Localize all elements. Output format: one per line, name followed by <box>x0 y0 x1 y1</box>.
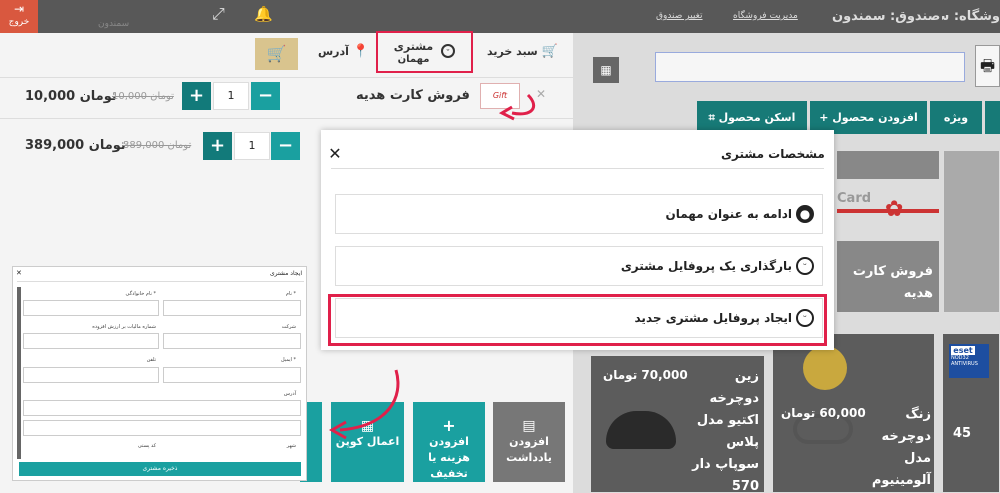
highlight-box <box>328 294 827 346</box>
continue-as-guest-option[interactable]: ● ادامه به عنوان مهمان <box>335 194 823 234</box>
bell-icon[interactable]: 🔔 <box>254 5 273 23</box>
qty-increase-button[interactable]: + <box>203 132 232 160</box>
email-field[interactable] <box>163 367 301 383</box>
qty-decrease-button[interactable]: − <box>271 132 300 160</box>
annotation-arrow <box>328 369 400 440</box>
scan-icon: ⌗ <box>708 111 719 124</box>
cart-item-price: 389,000 تومان <box>25 138 126 153</box>
exit-button[interactable]: ⇥ خروج <box>0 0 38 33</box>
address-label: آدرس <box>318 45 349 58</box>
annotation-arrow <box>498 93 535 121</box>
address-line2-field[interactable] <box>23 420 301 436</box>
last-name-field[interactable] <box>23 300 159 316</box>
plus-icon: + <box>819 111 833 124</box>
product-title: زین دوچرخه اکتیو مدل پلاس سوپاپ دار 570 <box>692 369 759 493</box>
bell-product-image <box>803 346 847 390</box>
barcode-icon: 🖶 <box>979 56 996 75</box>
form-title: ایجاد مشتری <box>269 270 302 277</box>
address-button[interactable]: آدرس 📍 <box>318 38 369 78</box>
product-card[interactable]: زنگ دوچرخه مدل آلومینیوم 60,000 تومان <box>772 333 935 493</box>
user-icon: ● <box>796 205 814 223</box>
cart-plus-icon: 🛒 <box>266 44 287 63</box>
store-name: وشگاه: سمندون <box>942 9 1000 24</box>
first-name-field[interactable] <box>163 300 301 316</box>
faded-text: سمندون <box>98 19 130 29</box>
cart-item-price: 10,000 تومان <box>25 89 117 104</box>
plus-icon: + <box>442 416 456 435</box>
exit-icon: ⇥ <box>13 2 25 16</box>
product-card[interactable]: زین دوچرخه اکتیو مدل پلاس سوپاپ دار 570 … <box>590 355 765 493</box>
product-price: 70,000 تومان <box>603 368 688 382</box>
divider <box>0 77 573 78</box>
qty-input[interactable]: 1 <box>234 132 270 160</box>
cart-icon: 🛒 <box>541 44 558 59</box>
cart-item-name: فروش کارت هدیه <box>356 88 470 103</box>
antivirus-box-image: eset NOD32 ANTIVIRUS <box>949 344 989 378</box>
tab-special[interactable]: ویژه <box>930 101 982 134</box>
register-name: صندوق: سمندون <box>832 9 941 24</box>
product-card[interactable]: ✿ Card فروش کارت هدیه <box>836 150 940 313</box>
qty-increase-button[interactable]: + <box>182 82 211 110</box>
note-icon: ▤ <box>522 418 536 434</box>
barcode-button[interactable]: 🖶 <box>975 45 1000 87</box>
gift-card-image: ✿ Card <box>837 179 939 241</box>
save-customer-button[interactable]: ذخیره مشتری <box>19 462 301 476</box>
product-price: 45 <box>953 426 972 441</box>
tab-more[interactable] <box>985 101 1000 134</box>
qr-scan-icon[interactable]: ▦ <box>593 57 619 83</box>
change-register-link[interactable]: تغییر صندوق <box>656 0 703 33</box>
face-icon: ᵕ <box>796 257 814 275</box>
divider <box>0 118 573 119</box>
cart-item-old-price: 389,000 تومان <box>123 140 192 151</box>
close-icon[interactable]: ✕ <box>16 269 22 277</box>
product-card[interactable] <box>943 150 1000 313</box>
qty-decrease-button[interactable]: − <box>251 82 280 110</box>
add-note-button[interactable]: ▤ افزودن یادداشت <box>493 402 565 482</box>
add-fee-discount-button[interactable]: + افزودن هزینه یا تخفیف <box>413 402 485 482</box>
cart-label: سبد خرید <box>487 45 538 58</box>
modal-title: مشخصات مشتری <box>721 147 825 161</box>
close-icon[interactable]: ✕ <box>325 144 345 163</box>
phone-field[interactable] <box>23 367 159 383</box>
bike-seat-image <box>606 411 676 449</box>
product-title: زنگ دوچرخه مدل آلومینیوم <box>871 407 931 488</box>
scrollbar[interactable] <box>17 287 21 459</box>
ribbon-icon: ✿ <box>885 197 904 222</box>
vat-field[interactable] <box>23 333 159 349</box>
cart-tab[interactable]: سبد خرید 🛒 <box>487 38 558 78</box>
store-manage-link[interactable]: مدیریت فروشگاه <box>733 0 798 33</box>
product-card[interactable]: eset NOD32 ANTIVIRUS 45 <box>942 333 1000 493</box>
search-input[interactable] <box>655 52 965 82</box>
product-title: فروش کارت هدیه <box>852 264 933 301</box>
load-customer-option[interactable]: ᵕ بارگذاری یک پروفایل مشتری <box>335 246 823 286</box>
add-to-cart-button[interactable]: 🛒 <box>255 38 298 70</box>
address-field[interactable] <box>23 400 301 416</box>
cart-item-old-price: 10,000 تومان <box>112 91 174 102</box>
qty-input[interactable]: 1 <box>213 82 249 110</box>
customer-value: مهمان <box>397 54 430 65</box>
company-field[interactable] <box>163 333 301 349</box>
product-price: 60,000 تومان <box>781 406 866 420</box>
location-icon: 📍 <box>352 44 369 59</box>
exit-label: خروج <box>8 17 30 27</box>
customer-button[interactable]: ᵕ مشتری مهمان <box>376 31 473 73</box>
fullscreen-icon[interactable]: ⤢ <box>212 4 225 24</box>
customer-face-icon: ᵕ <box>441 44 455 58</box>
create-customer-form: ✕ ایجاد مشتری نام * نام خانوادگی * شرکت … <box>12 266 307 481</box>
customer-label: مشتری <box>393 40 434 53</box>
